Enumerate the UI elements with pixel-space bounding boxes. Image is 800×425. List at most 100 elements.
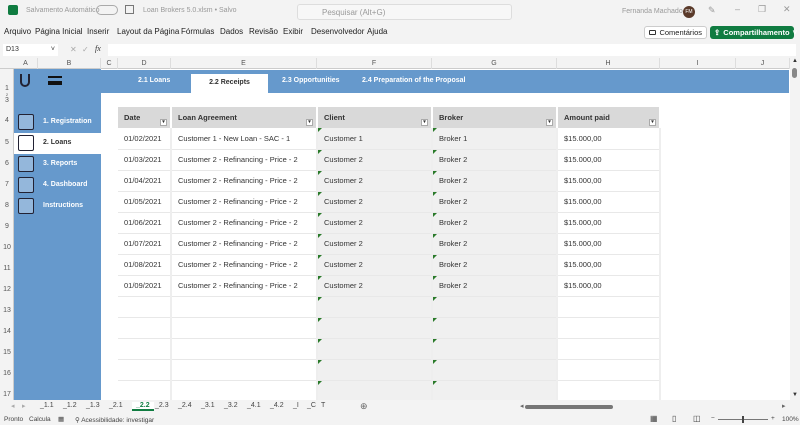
- row-header[interactable]: 11: [0, 265, 14, 272]
- avatar[interactable]: FM: [683, 6, 695, 18]
- row-header[interactable]: 8: [0, 202, 14, 209]
- cell-broker[interactable]: [432, 380, 558, 400]
- cell-date[interactable]: 01/08/2021: [118, 254, 172, 276]
- search-input[interactable]: Pesquisar (Alt+G): [297, 4, 512, 20]
- cell-loan-agreement[interactable]: Customer 2 - Refinancing - Price - 2: [171, 149, 318, 171]
- col-header-b[interactable]: B: [38, 58, 101, 69]
- minimize-icon[interactable]: –: [735, 4, 740, 14]
- cell-loan-agreement[interactable]: [171, 338, 318, 360]
- name-box[interactable]: D13 ˅: [3, 44, 58, 56]
- cancel-icon[interactable]: ✕: [70, 45, 77, 54]
- comments-button[interactable]: Comentários: [644, 26, 707, 39]
- col-header-g[interactable]: G: [432, 58, 557, 69]
- zoom-in-icon[interactable]: +: [771, 415, 775, 422]
- horizontal-scrollbar[interactable]: [525, 405, 613, 409]
- cell-loan-agreement[interactable]: [171, 380, 318, 400]
- cell-broker[interactable]: Broker 2: [432, 254, 558, 276]
- cell-amount-paid[interactable]: $15.000,00: [557, 191, 661, 213]
- row-header[interactable]: 4: [0, 117, 14, 124]
- row-header[interactable]: 10: [0, 244, 14, 251]
- col-header-d[interactable]: D: [118, 58, 171, 69]
- nav-reports[interactable]: 3. Reports: [14, 154, 101, 175]
- cell-date[interactable]: [118, 296, 172, 318]
- menu-layout[interactable]: Layout da Página: [117, 27, 179, 36]
- save-icon[interactable]: [125, 5, 134, 14]
- row-header[interactable]: 15: [0, 349, 14, 356]
- menu-formulas[interactable]: Fórmulas: [181, 27, 214, 36]
- row-header[interactable]: 1: [0, 85, 14, 92]
- cell-loan-agreement[interactable]: Customer 2 - Refinancing - Price - 2: [171, 170, 318, 192]
- cell-loan-agreement[interactable]: Customer 2 - Refinancing - Price - 2: [171, 275, 318, 297]
- tab-receipts[interactable]: 2.2 Receipts: [191, 74, 268, 94]
- cell-date[interactable]: 01/06/2021: [118, 212, 172, 234]
- cell-date[interactable]: 01/04/2021: [118, 170, 172, 192]
- cell-client[interactable]: Customer 2: [317, 170, 433, 192]
- sheet-tab[interactable]: _3.1: [201, 402, 215, 409]
- tab-opportunities[interactable]: 2.3 Opportunities: [282, 77, 340, 84]
- col-header-f[interactable]: F: [317, 58, 432, 69]
- cell-amount-paid[interactable]: [557, 317, 661, 339]
- cell-broker[interactable]: [432, 338, 558, 360]
- menu-pagina-inicial[interactable]: Página Inicial: [35, 27, 83, 36]
- row-header[interactable]: 12: [0, 286, 14, 293]
- cell-client[interactable]: Customer 2: [317, 254, 433, 276]
- filter-dropdown-icon[interactable]: ▾: [306, 119, 313, 126]
- share-chevron-icon[interactable]: ˅: [793, 28, 797, 37]
- cell-amount-paid[interactable]: $15.000,00: [557, 149, 661, 171]
- col-header-j[interactable]: J: [736, 58, 790, 69]
- menu-arquivo[interactable]: Arquivo: [4, 27, 31, 36]
- page-layout-icon[interactable]: ▯: [672, 414, 676, 423]
- sheet-tab[interactable]: _1.2: [63, 402, 77, 409]
- cell-date[interactable]: [118, 317, 172, 339]
- cell-date[interactable]: [118, 338, 172, 360]
- sheet-prev-icon[interactable]: ◂: [11, 402, 15, 410]
- cell-date[interactable]: 01/09/2021: [118, 275, 172, 297]
- cell-amount-paid[interactable]: [557, 338, 661, 360]
- cell-client[interactable]: [317, 338, 433, 360]
- menu-dados[interactable]: Dados: [220, 27, 243, 36]
- sheet-tab[interactable]: _1.3: [86, 402, 100, 409]
- menu-ajuda[interactable]: Ajuda: [367, 27, 387, 36]
- col-header-e[interactable]: E: [171, 58, 317, 69]
- sheet-tab[interactable]: _C: [307, 402, 316, 409]
- accessibility-status[interactable]: ⚲ Acessibilidade: investigar: [75, 416, 154, 424]
- cell-client[interactable]: [317, 380, 433, 400]
- cell-client[interactable]: [317, 317, 433, 339]
- cell-broker[interactable]: Broker 2: [432, 275, 558, 297]
- status-calc[interactable]: Calcula: [29, 416, 51, 423]
- formula-input[interactable]: [108, 44, 796, 56]
- filter-dropdown-icon[interactable]: ▾: [160, 119, 167, 126]
- zoom-slider[interactable]: [718, 416, 768, 423]
- cell-date[interactable]: [118, 380, 172, 400]
- autosave-toggle[interactable]: [96, 5, 118, 15]
- row-header[interactable]: 17: [0, 391, 14, 398]
- row-header[interactable]: 3: [0, 97, 14, 104]
- cell-loan-agreement[interactable]: Customer 1 - New Loan - SAC - 1: [171, 128, 318, 150]
- cell-client[interactable]: Customer 2: [317, 149, 433, 171]
- nav-dashboard[interactable]: 4. Dashboard: [14, 175, 101, 196]
- hamburger-menu-icon[interactable]: [48, 76, 62, 85]
- cell-loan-agreement[interactable]: Customer 2 - Refinancing - Price - 2: [171, 191, 318, 213]
- tab-loans[interactable]: 2.1 Loans: [138, 77, 170, 84]
- row-header[interactable]: 7: [0, 181, 14, 188]
- cell-broker[interactable]: Broker 2: [432, 212, 558, 234]
- cell-date[interactable]: 01/02/2021: [118, 128, 172, 150]
- row-header[interactable]: 6: [0, 160, 14, 167]
- cell-date[interactable]: 01/03/2021: [118, 149, 172, 171]
- cell-broker[interactable]: Broker 2: [432, 233, 558, 255]
- page-break-icon[interactable]: ◫: [693, 414, 701, 423]
- enter-icon[interactable]: ✓: [82, 45, 89, 54]
- cell-client[interactable]: [317, 359, 433, 381]
- cell-date[interactable]: [118, 359, 172, 381]
- sheet-tab[interactable]: _I: [293, 402, 299, 409]
- cell-client[interactable]: Customer 2: [317, 212, 433, 234]
- tab-proposal[interactable]: 2.4 Preparation of the Proposal: [362, 77, 465, 84]
- sheet-tab[interactable]: _2.3: [155, 402, 169, 409]
- sheet-tab[interactable]: _4.2: [270, 402, 284, 409]
- cell-client[interactable]: Customer 2: [317, 191, 433, 213]
- menu-desenvolvedor[interactable]: Desenvolvedor: [311, 27, 364, 36]
- cell-client[interactable]: Customer 2: [317, 233, 433, 255]
- row-header[interactable]: 13: [0, 307, 14, 314]
- cell-loan-agreement[interactable]: [171, 296, 318, 318]
- add-sheet-icon[interactable]: ⊕: [360, 401, 368, 412]
